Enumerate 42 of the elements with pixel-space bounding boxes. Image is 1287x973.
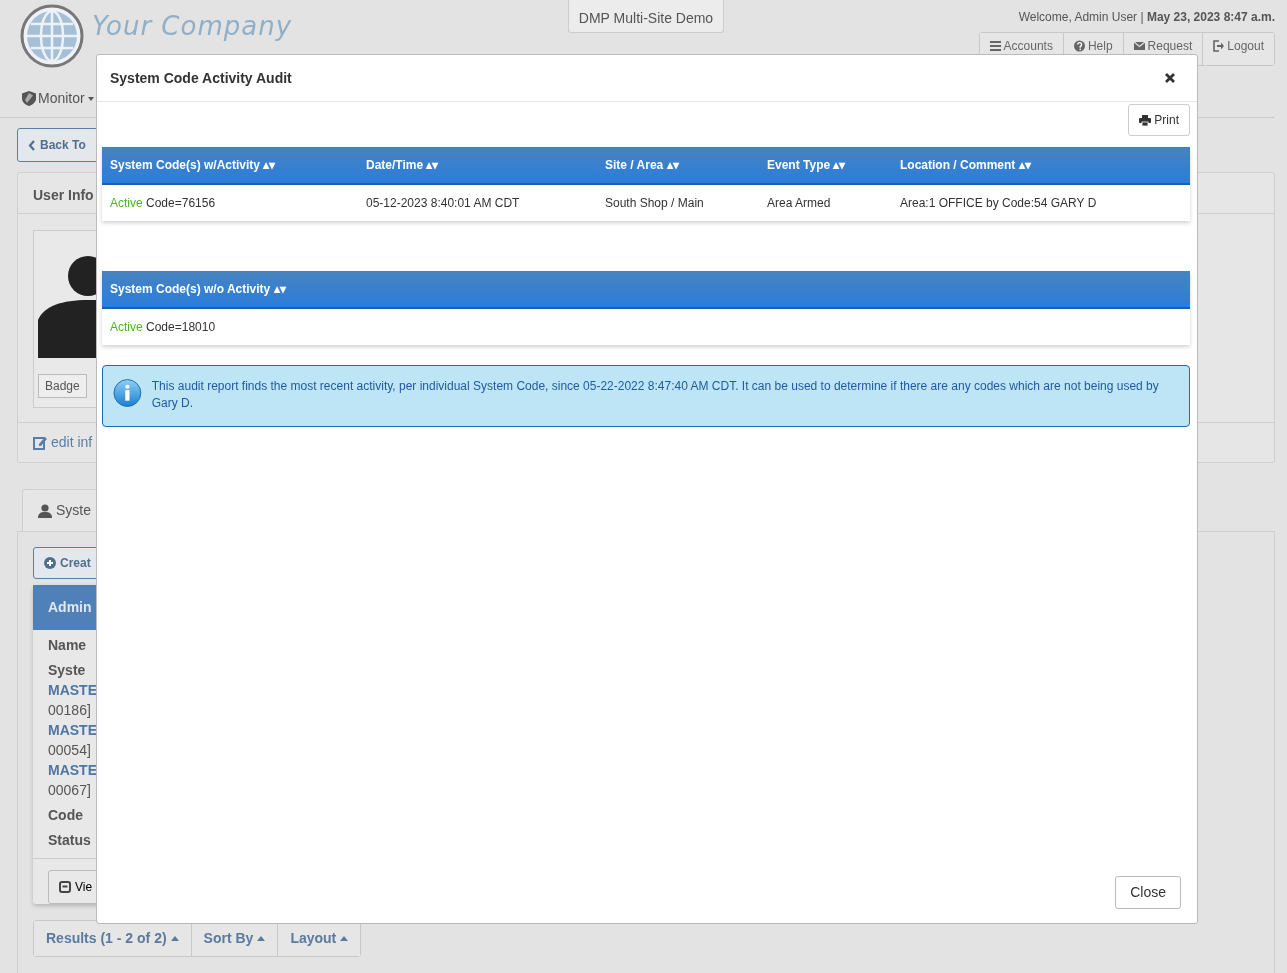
print-button[interactable]: Print bbox=[1128, 104, 1190, 136]
field-label: Name bbox=[47, 636, 88, 655]
field-label: Syste bbox=[47, 661, 87, 680]
field-label: Code bbox=[47, 806, 84, 825]
site-tab[interactable]: DMP Multi-Site Demo bbox=[567, 0, 725, 33]
user-icon bbox=[38, 503, 52, 518]
modal-title: System Code Activity Audit bbox=[110, 68, 292, 88]
close-button[interactable] bbox=[1165, 73, 1175, 83]
menu-item[interactable]: Monitor bbox=[22, 86, 95, 111]
field-value: 00186] bbox=[47, 701, 92, 720]
dropup-button[interactable]: Results (1 - 2 of 2) bbox=[34, 921, 192, 956]
column-header[interactable]: Date/Time ▴▾ bbox=[358, 147, 597, 184]
column-header[interactable]: System Code(s) w/Activity ▴▾ bbox=[102, 147, 358, 184]
close-button[interactable]: Close bbox=[1115, 876, 1181, 909]
column-header[interactable]: Location / Comment ▴▾ bbox=[892, 147, 1190, 184]
field-value: 00067] bbox=[47, 781, 92, 800]
badge-button[interactable]: Badge bbox=[38, 374, 87, 398]
table-cell: Active Code=18010 bbox=[102, 308, 1190, 345]
shield-icon bbox=[22, 91, 36, 106]
column-header[interactable]: System Code(s) w/o Activity ▴▾ bbox=[102, 271, 1190, 308]
printer-icon bbox=[1139, 114, 1152, 126]
welcome-text: Welcome, Admin User | May 23, 2023 8:47 a.m. bbox=[1018, 9, 1275, 26]
info-text: This audit report finds the most recent activity, per individual System Code, since 05-22-2022 8:47:40 AM CDT. It can be used to determine if there are any codes which are not being used by Gary D. bbox=[151, 378, 1160, 412]
mail-icon bbox=[1133, 40, 1145, 52]
caret-up-icon bbox=[340, 936, 349, 941]
edit-icon bbox=[33, 435, 47, 450]
caret-up-icon bbox=[170, 936, 179, 941]
plus-circle-icon bbox=[44, 557, 56, 569]
caret-up-icon bbox=[257, 936, 266, 941]
logout-icon bbox=[1213, 40, 1225, 52]
field-value: 00054] bbox=[47, 741, 92, 760]
help-icon bbox=[1073, 40, 1085, 52]
column-header[interactable]: Site / Area ▴▾ bbox=[597, 147, 759, 184]
window-icon bbox=[59, 881, 71, 893]
chevron-left-icon bbox=[28, 139, 36, 151]
globe-logo-icon bbox=[20, 4, 84, 68]
column-header[interactable]: Event Type ▴▾ bbox=[759, 147, 892, 184]
caret-icon bbox=[86, 95, 95, 102]
info-icon bbox=[113, 378, 142, 408]
field-label: Status bbox=[47, 831, 92, 850]
close-icon bbox=[1165, 73, 1175, 83]
list-icon bbox=[989, 40, 1001, 52]
